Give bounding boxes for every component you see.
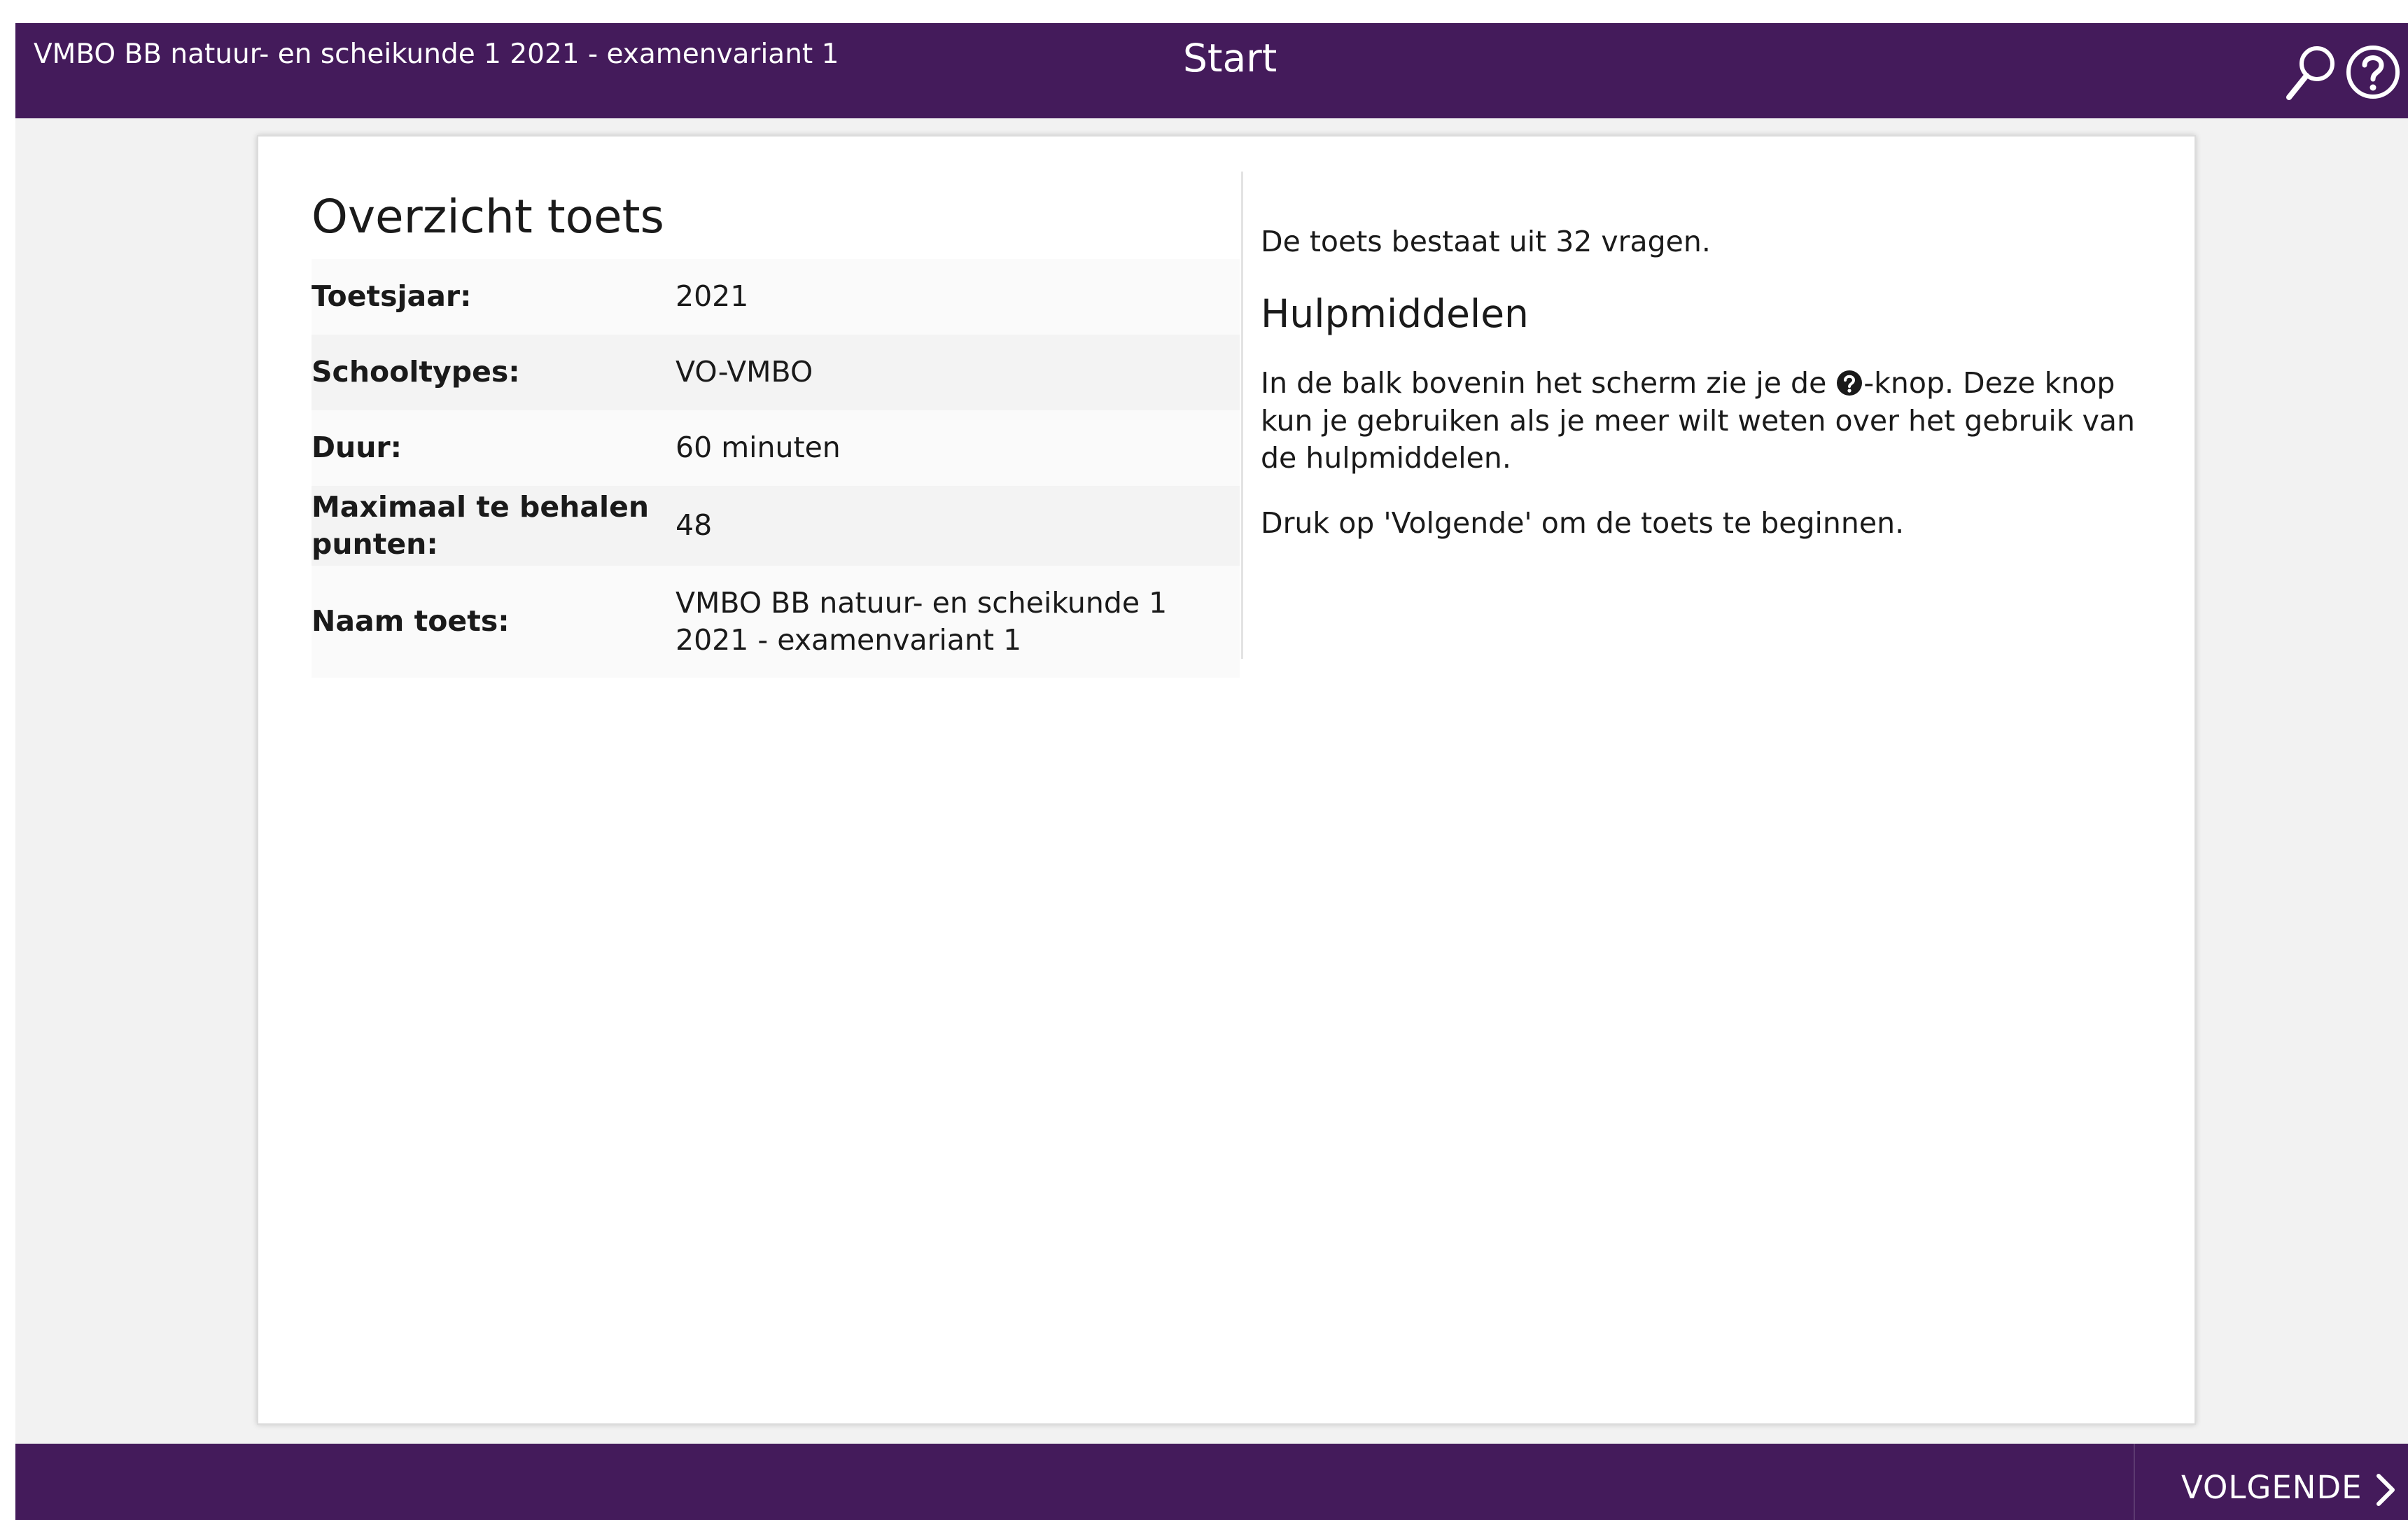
table-row: Schooltypes: VO-VMBO: [312, 335, 1240, 410]
row-label: Duur:: [312, 431, 402, 465]
bottom-bar: VOLGENDE: [15, 1444, 2408, 1520]
row-label: Maximaal te behalen punten:: [312, 489, 650, 561]
table-row: Toetsjaar: 2021: [312, 259, 1240, 335]
overview-title: Overzicht toets: [312, 190, 664, 244]
help-button-icon: [1835, 369, 1863, 397]
next-button-label: VOLGENDE: [2181, 1469, 2362, 1506]
row-value: 48: [676, 508, 713, 543]
help-text-start: In de balk bovenin het scherm zie je de: [1261, 366, 1836, 400]
next-button[interactable]: VOLGENDE: [2134, 1444, 2408, 1520]
search-icon[interactable]: [2276, 37, 2346, 107]
top-bar: VMBO BB natuur- en scheikunde 1 2021 - e…: [15, 23, 2408, 118]
row-value: 60 minuten: [676, 431, 841, 465]
column-divider: [1241, 172, 1243, 659]
row-label: Toetsjaar:: [312, 279, 472, 314]
screen: VMBO BB natuur- en scheikunde 1 2021 - e…: [0, 0, 2408, 1520]
overview-panel: Overzicht toets Toetsjaar: 2021 Schoolty…: [258, 137, 1241, 1423]
row-label: Naam toets:: [312, 604, 510, 639]
help-icon[interactable]: [2338, 37, 2408, 107]
page-title: Start: [1183, 36, 1278, 81]
table-row: Maximaal te behalen punten: 48: [312, 486, 1240, 566]
row-label: Schooltypes:: [312, 355, 520, 389]
exam-title: VMBO BB natuur- en scheikunde 1 2021 - e…: [34, 39, 839, 70]
help-heading: Hulpmiddelen: [1261, 291, 1529, 336]
start-instruction: Druk op 'Volgende' om de toets te beginn…: [1261, 506, 1905, 540]
row-value: 2021: [676, 279, 749, 314]
table-row: Duur: 60 minuten: [312, 410, 1240, 486]
question-count-text: De toets bestaat uit 32 vragen.: [1261, 225, 1711, 258]
table-row: Naam toets: VMBO BB natuur- en scheikund…: [312, 566, 1240, 678]
overview-card: Overzicht toets Toetsjaar: 2021 Schoolty…: [257, 135, 2196, 1425]
row-value: VO-VMBO: [676, 355, 813, 389]
chevron-right-icon: [2372, 1472, 2400, 1508]
overview-table: Toetsjaar: 2021 Schooltypes: VO-VMBO Duu…: [312, 259, 1240, 678]
row-value: VMBO BB natuur- en scheikunde 1 2021 - e…: [676, 585, 1168, 657]
exam-app: VMBO BB natuur- en scheikunde 1 2021 - e…: [15, 23, 2408, 1520]
help-text: In de balk bovenin het scherm zie je de …: [1261, 365, 2171, 477]
